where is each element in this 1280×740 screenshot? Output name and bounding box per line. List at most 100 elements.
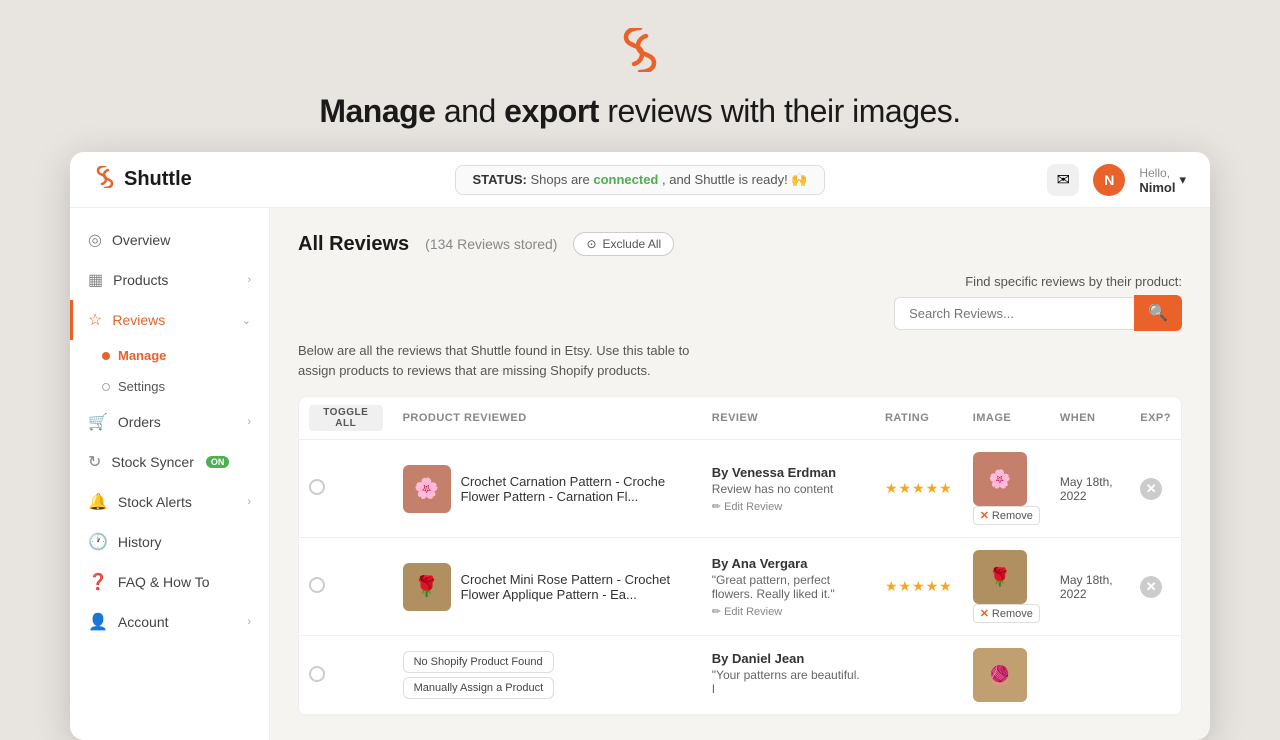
sidebar-reviews-sub: Manage Settings (70, 340, 269, 402)
sidebar-item-label: Stock Alerts (118, 494, 192, 510)
header-right: ✉ N Hello, Nimol ▾ (1006, 164, 1186, 196)
hero-logo-icon (618, 28, 662, 81)
row-rating-cell-2: ★★★★★ (875, 538, 963, 636)
main-content: All Reviews (134 Reviews stored) ⊙ Exclu… (270, 208, 1210, 740)
review-text-2: "Great pattern, perfect flowers. Really … (712, 573, 865, 601)
exp-close-button-2[interactable]: ✕ (1140, 576, 1162, 598)
chevron-right-icon: › (247, 416, 251, 428)
reviewer-name-2: By Ana Vergara (712, 556, 865, 571)
row-review-cell-3: By Daniel Jean "Your patterns are beauti… (702, 636, 875, 715)
row-image-cell-1: 🌸 ✕ Remove (963, 440, 1050, 538)
toggle-all-button[interactable]: TOGGLE ALL (309, 405, 383, 431)
col-product: PRODUCT REVIEWED (393, 397, 702, 440)
sidebar-item-faq[interactable]: ❓ FAQ & How To (70, 562, 269, 602)
reviews-table: TOGGLE ALL PRODUCT REVIEWED REVIEW RATIN… (299, 397, 1181, 715)
row-exp-cell-3 (1130, 636, 1181, 715)
reviews-header: All Reviews (134 Reviews stored) ⊙ Exclu… (298, 232, 1182, 256)
exp-close-button-1[interactable]: ✕ (1140, 478, 1162, 500)
search-wrapper: Find specific reviews by their product: … (298, 274, 1182, 331)
row-review-cell-1: By Venessa Erdman Review has no content … (702, 440, 875, 538)
app-logo-area: Shuttle (94, 166, 274, 194)
review-image-3: 🧶 (973, 648, 1027, 702)
reviews-description: Below are all the reviews that Shuttle f… (298, 341, 718, 380)
row-radio-3[interactable] (309, 666, 325, 682)
review-text-3: "Your patterns are beautiful. I (712, 668, 865, 696)
table-row: 🌸 Crochet Carnation Pattern - Croche Flo… (299, 440, 1181, 538)
app-window: Shuttle STATUS: Shops are connected , an… (70, 152, 1210, 740)
row-image-cell-3: 🧶 (963, 636, 1050, 715)
table-row: 🌹 Crochet Mini Rose Pattern - Crochet Fl… (299, 538, 1181, 636)
sidebar-item-label: Orders (118, 414, 161, 430)
sidebar-item-stock-syncer[interactable]: ↻ Stock Syncer ON (70, 442, 269, 482)
sidebar-item-label: Stock Syncer (111, 454, 193, 470)
row-when-cell-1: May 18th, 2022 (1050, 440, 1130, 538)
row-radio-2[interactable] (309, 577, 325, 593)
header-center: STATUS: Shops are connected , and Shuttl… (274, 165, 1006, 195)
sidebar-item-label: Account (118, 614, 169, 630)
sidebar: ◎ Overview ▦ Products › ☆ Reviews ⌄ Mana… (70, 208, 270, 740)
user-greeting[interactable]: Hello, Nimol ▾ (1139, 165, 1186, 195)
app-body: ◎ Overview ▦ Products › ☆ Reviews ⌄ Mana… (70, 208, 1210, 740)
edit-review-link-2[interactable]: ✏ Edit Review (712, 605, 865, 618)
product-name-1: Crochet Carnation Pattern - Croche Flowe… (461, 474, 692, 504)
faq-icon: ❓ (88, 572, 108, 592)
overview-icon: ◎ (88, 230, 102, 250)
chevron-down-icon: ▾ (1179, 172, 1186, 188)
remove-image-button-2[interactable]: ✕ Remove (973, 604, 1040, 623)
notification-icon[interactable]: ✉ (1047, 164, 1079, 196)
history-icon: 🕐 (88, 532, 108, 552)
sidebar-item-account[interactable]: 👤 Account › (70, 602, 269, 642)
review-image-2: 🌹 (973, 550, 1027, 604)
row-select-cell (299, 440, 393, 538)
app-header: Shuttle STATUS: Shops are connected , an… (70, 152, 1210, 208)
row-rating-cell-3 (875, 636, 963, 715)
row-product-cell: 🌸 Crochet Carnation Pattern - Croche Flo… (393, 440, 702, 538)
sidebar-item-products[interactable]: ▦ Products › (70, 260, 269, 300)
row-when-cell-3 (1050, 636, 1130, 715)
stock-alerts-icon: 🔔 (88, 492, 108, 512)
remove-x-icon: ✕ (980, 607, 989, 620)
sidebar-sub-label: Manage (118, 348, 166, 363)
row-exp-cell-1: ✕ (1130, 440, 1181, 538)
search-button[interactable]: 🔍 (1134, 295, 1182, 331)
table-header-row: TOGGLE ALL PRODUCT REVIEWED REVIEW RATIN… (299, 397, 1181, 440)
rating-stars-2: ★★★★★ (885, 578, 953, 594)
sidebar-item-label: Overview (112, 232, 170, 248)
col-review: REVIEW (702, 397, 875, 440)
row-review-cell-2: By Ana Vergara "Great pattern, perfect f… (702, 538, 875, 636)
chevron-down-icon: ⌄ (242, 314, 251, 327)
shuttle-logo-icon (94, 166, 116, 194)
inactive-dot-icon (102, 383, 110, 391)
col-image: IMAGE (963, 397, 1050, 440)
user-avatar: N (1093, 164, 1125, 196)
edit-review-link-1[interactable]: ✏ Edit Review (712, 500, 865, 513)
reviews-table-wrapper: TOGGLE ALL PRODUCT REVIEWED REVIEW RATIN… (298, 396, 1182, 716)
reviewer-name-1: By Venessa Erdman (712, 465, 865, 480)
exclude-icon: ⊙ (586, 237, 596, 251)
row-exp-cell-2: ✕ (1130, 538, 1181, 636)
review-image-1: 🌸 (973, 452, 1027, 506)
sidebar-sub-manage[interactable]: Manage (102, 340, 269, 371)
review-text-1: Review has no content (712, 482, 865, 496)
product-thumbnail-1: 🌸 (403, 465, 451, 513)
col-when: WHEN (1050, 397, 1130, 440)
reviews-count: (134 Reviews stored) (425, 236, 557, 252)
row-product-cell-3: No Shopify Product Found Manually Assign… (393, 636, 702, 715)
no-product-badge: No Shopify Product Found (403, 651, 554, 673)
sidebar-item-history[interactable]: 🕐 History (70, 522, 269, 562)
sidebar-item-overview[interactable]: ◎ Overview (70, 220, 269, 260)
sidebar-sub-settings[interactable]: Settings (102, 371, 269, 402)
on-badge: ON (206, 456, 230, 468)
sidebar-item-orders[interactable]: 🛒 Orders › (70, 402, 269, 442)
assign-product-button[interactable]: Manually Assign a Product (403, 677, 555, 699)
remove-image-button-1[interactable]: ✕ Remove (973, 506, 1040, 525)
sidebar-item-stock-alerts[interactable]: 🔔 Stock Alerts › (70, 482, 269, 522)
exclude-all-button[interactable]: ⊙ Exclude All (573, 232, 674, 256)
row-radio-1[interactable] (309, 479, 325, 495)
row-product-cell-2: 🌹 Crochet Mini Rose Pattern - Crochet Fl… (393, 538, 702, 636)
sidebar-item-reviews[interactable]: ☆ Reviews ⌄ (70, 300, 269, 340)
search-input[interactable] (894, 297, 1134, 330)
sidebar-sub-label: Settings (118, 379, 165, 394)
table-row: No Shopify Product Found Manually Assign… (299, 636, 1181, 715)
account-icon: 👤 (88, 612, 108, 632)
